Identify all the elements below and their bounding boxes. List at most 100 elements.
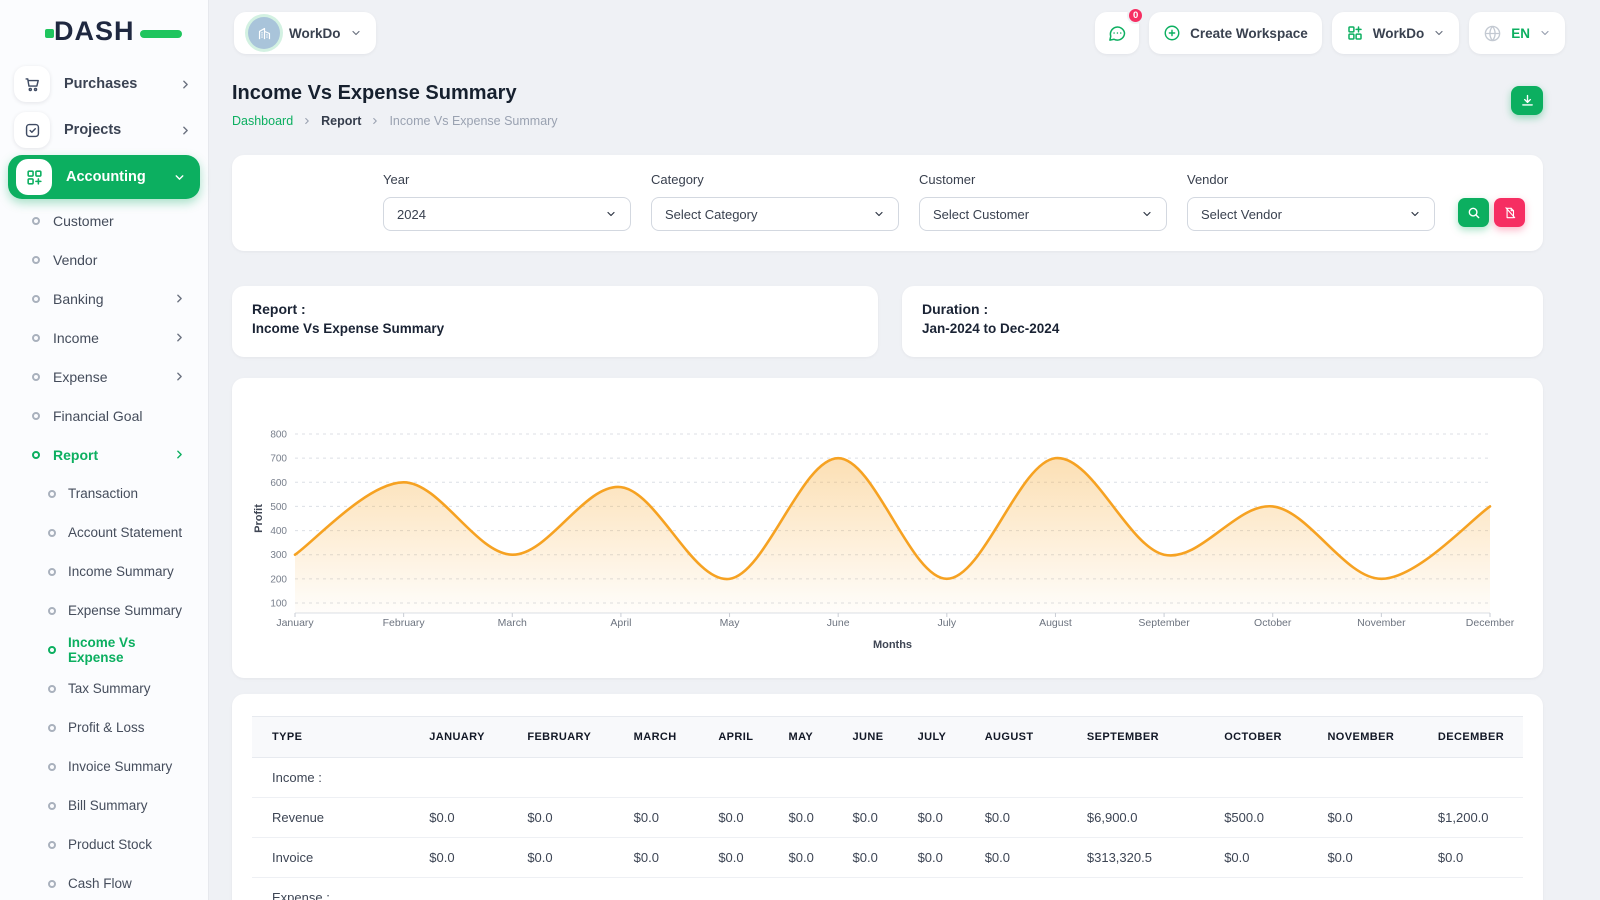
- sidebar-item-label: Income Vs Expense: [68, 635, 186, 665]
- sidebar-item-tax-summary[interactable]: Tax Summary: [0, 669, 208, 708]
- table-cell: $1,200.0: [1428, 798, 1523, 838]
- sidebar-item-expense-summary[interactable]: Expense Summary: [0, 591, 208, 630]
- sidebar-item-label: Income Summary: [68, 564, 174, 579]
- globe-icon: [1483, 24, 1502, 43]
- table-cell: $0.0: [419, 798, 517, 838]
- table-cell: $0.0: [843, 838, 908, 878]
- sidebar-item-report[interactable]: Report: [0, 435, 208, 474]
- table-header-cell: SEPTEMBER: [1077, 717, 1214, 758]
- svg-text:May: May: [720, 617, 741, 629]
- sidebar-item-product-stock[interactable]: Product Stock: [0, 825, 208, 864]
- sidebar-item-profit-loss[interactable]: Profit & Loss: [0, 708, 208, 747]
- sidebar-item-transaction[interactable]: Transaction: [0, 474, 208, 513]
- messages-button[interactable]: 0: [1095, 12, 1139, 54]
- breadcrumb-dashboard[interactable]: Dashboard: [232, 114, 293, 128]
- svg-text:April: April: [610, 617, 631, 629]
- sidebar-item-label: Vendor: [53, 252, 97, 268]
- table-section-label: Expense :: [252, 878, 1523, 900]
- customer-select[interactable]: Select Customer: [919, 197, 1167, 231]
- svg-text:January: January: [276, 617, 314, 629]
- sidebar-item-accounting[interactable]: Accounting: [8, 155, 200, 199]
- create-workspace-button[interactable]: Create Workspace: [1149, 12, 1322, 54]
- sidebar-item-label: Profit & Loss: [68, 720, 145, 735]
- sidebar-item-bill-summary[interactable]: Bill Summary: [0, 786, 208, 825]
- chevron-right-icon: [173, 370, 186, 383]
- sidebar-item-cash-flow[interactable]: Cash Flow: [0, 864, 208, 900]
- sidebar-item-invoice-summary[interactable]: Invoice Summary: [0, 747, 208, 786]
- customer-label: Customer: [919, 172, 1167, 187]
- grid-plus-icon: [1346, 24, 1364, 42]
- table-cell: $0.0: [779, 798, 843, 838]
- workspace-switcher[interactable]: WorkDo: [234, 12, 376, 54]
- sidebar-item-income-summary[interactable]: Income Summary: [0, 552, 208, 591]
- svg-text:400: 400: [270, 526, 287, 537]
- sidebar-item-label: Banking: [53, 291, 104, 307]
- search-button[interactable]: [1458, 198, 1489, 227]
- table-cell: $0.0: [908, 798, 975, 838]
- create-workspace-label: Create Workspace: [1190, 26, 1308, 41]
- x-axis-title: Months: [873, 639, 912, 651]
- table-header-cell: AUGUST: [975, 717, 1077, 758]
- chevron-down-icon: [1409, 208, 1421, 220]
- download-button[interactable]: [1511, 86, 1543, 115]
- bullet-icon: [48, 802, 56, 810]
- chevron-right-icon: [173, 448, 186, 461]
- profit-chart-card: 100200300400500600700800 JanuaryFebruary…: [232, 378, 1543, 678]
- bullet-icon: [32, 373, 40, 381]
- sidebar-item-purchases[interactable]: Purchases: [0, 61, 208, 107]
- table-cell: $0.0: [624, 838, 709, 878]
- bullet-icon: [48, 880, 56, 888]
- table-row: Invoice$0.0$0.0$0.0$0.0$0.0$0.0$0.0$0.0$…: [252, 838, 1523, 878]
- category-select[interactable]: Select Category: [651, 197, 899, 231]
- chart-x-labels: JanuaryFebruaryMarchAprilMayJuneJulyAugu…: [276, 617, 1514, 629]
- app-switcher-button[interactable]: WorkDo: [1332, 12, 1460, 54]
- table-header-cell: NOVEMBER: [1317, 717, 1427, 758]
- breadcrumb-report[interactable]: Report: [321, 114, 361, 128]
- sidebar-item-customer[interactable]: Customer: [0, 201, 208, 240]
- table-header-row: TYPEJANUARYFEBRUARYMARCHAPRILMAYJUNEJULY…: [252, 717, 1523, 758]
- plus-circle-icon: [1163, 24, 1181, 42]
- table-row-label: Invoice: [252, 838, 419, 878]
- sidebar-item-banking[interactable]: Banking: [0, 279, 208, 318]
- sidebar-item-vendor[interactable]: Vendor: [0, 240, 208, 279]
- bullet-icon: [48, 724, 56, 732]
- vendor-select[interactable]: Select Vendor: [1187, 197, 1435, 231]
- tasks-icon: [14, 112, 50, 148]
- svg-text:600: 600: [270, 478, 287, 489]
- bullet-icon: [48, 763, 56, 771]
- profit-chart-svg: 100200300400500600700800 JanuaryFebruary…: [252, 398, 1523, 658]
- chart-y-labels: 100200300400500600700800: [270, 430, 287, 610]
- table-header-cell: OCTOBER: [1214, 717, 1317, 758]
- chevron-down-icon: [350, 27, 362, 39]
- sidebar-item-label: Accounting: [66, 169, 146, 185]
- table-header-cell: APRIL: [708, 717, 778, 758]
- sidebar-item-income-vs-expense[interactable]: Income Vs Expense: [0, 630, 208, 669]
- sidebar-item-label: Projects: [64, 122, 121, 138]
- bullet-icon: [48, 646, 56, 654]
- sidebar-item-expense[interactable]: Expense: [0, 357, 208, 396]
- duration-card-value: Jan-2024 to Dec-2024: [922, 321, 1523, 336]
- sidebar-item-label: Expense Summary: [68, 603, 182, 618]
- sidebar-item-label: Account Statement: [68, 525, 182, 540]
- sidebar-item-financial-goal[interactable]: Financial Goal: [0, 396, 208, 435]
- reset-filter-button[interactable]: [1494, 198, 1525, 227]
- sidebar-item-label: Cash Flow: [68, 876, 132, 891]
- sidebar-item-income[interactable]: Income: [0, 318, 208, 357]
- table-cell: $0.0: [708, 798, 778, 838]
- year-select[interactable]: 2024: [383, 197, 631, 231]
- grid-plus-icon: [16, 159, 52, 195]
- sidebar-item-account-statement[interactable]: Account Statement: [0, 513, 208, 552]
- year-label: Year: [383, 172, 631, 187]
- search-icon: [1467, 206, 1481, 220]
- table-cell: $313,320.5: [1077, 838, 1214, 878]
- breadcrumb-current: Income Vs Expense Summary: [389, 114, 557, 128]
- sidebar-item-projects[interactable]: Projects: [0, 107, 208, 153]
- page-title: Income Vs Expense Summary: [232, 82, 1543, 105]
- language-picker[interactable]: EN: [1469, 12, 1565, 54]
- dash-logo[interactable]: DASH: [54, 16, 164, 47]
- sidebar: DASH Purchases Projects Accounting Customer…: [0, 0, 208, 900]
- chevron-right-icon: [179, 78, 192, 91]
- table-cell: $0.0: [975, 838, 1077, 878]
- table-cell: $0.0: [779, 838, 843, 878]
- table-cell: $0.0: [624, 798, 709, 838]
